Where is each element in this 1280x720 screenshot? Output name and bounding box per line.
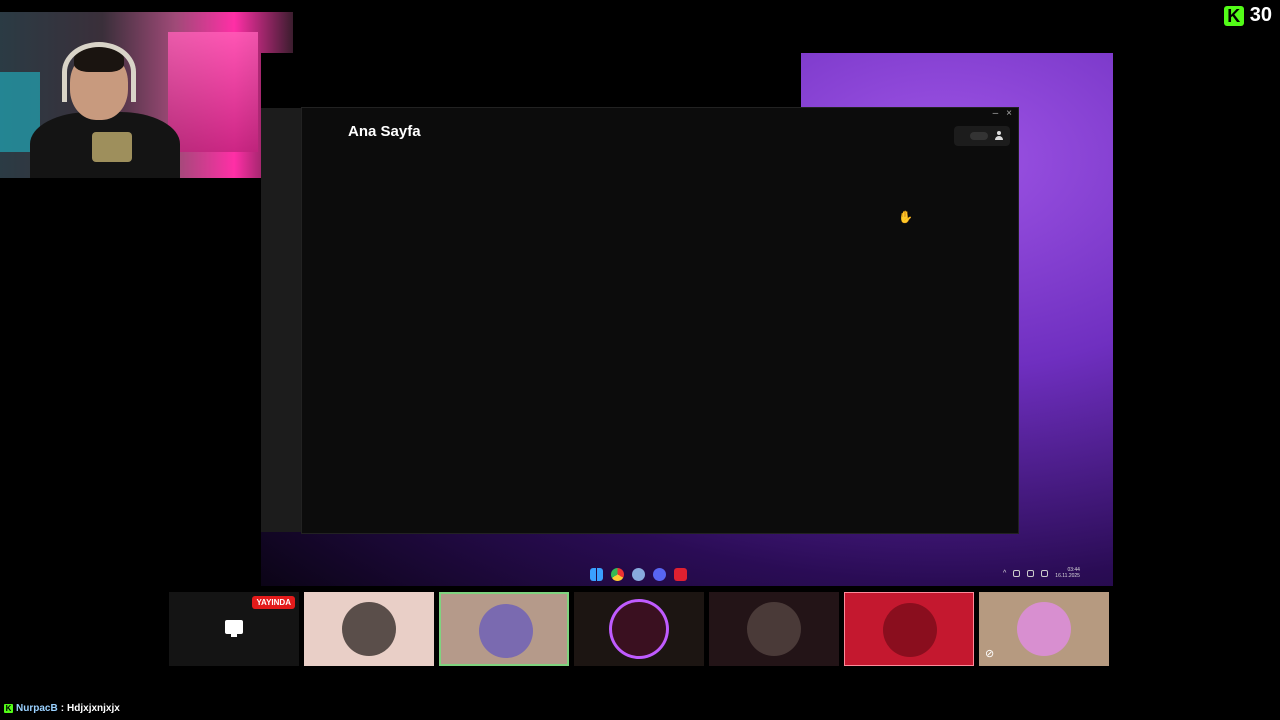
window-controls: – ×: [993, 108, 1012, 119]
avatar: [747, 602, 801, 656]
windows-start-icon[interactable]: [590, 568, 603, 581]
screen-share-tile[interactable]: YAYINDA: [169, 592, 299, 666]
avatar: [612, 602, 666, 656]
screen-share-icon: [225, 620, 243, 637]
participant-tile-speaking[interactable]: [439, 592, 569, 666]
kick-logo-icon: K: [1223, 5, 1244, 26]
page-title: Ana Sayfa: [348, 123, 421, 140]
chat-separator: :: [60, 703, 65, 714]
participant-tile-muted[interactable]: ⊘: [979, 592, 1109, 666]
kick-badge-icon: K: [4, 704, 13, 713]
participant-tile[interactable]: [574, 592, 704, 666]
app-window: – × Ana Sayfa ✋: [301, 107, 1019, 534]
avatar: [883, 603, 937, 657]
steam-icon[interactable]: [632, 568, 645, 581]
muted-mic-icon: ⊘: [985, 648, 995, 660]
minimize-button[interactable]: –: [993, 108, 999, 119]
participant-tile[interactable]: [709, 592, 839, 666]
account-controls[interactable]: [954, 126, 1010, 146]
streamer-webcam: [0, 12, 293, 178]
chat-username[interactable]: NurpacB: [16, 703, 58, 714]
avatar: [1017, 602, 1071, 656]
mic-icon[interactable]: [1013, 569, 1021, 577]
hand-cursor-icon: ✋: [898, 210, 913, 224]
app-sidebar: [261, 108, 301, 532]
system-tray: ^ 03:44 16.11.2025: [1003, 567, 1080, 579]
viewer-count: K 30: [1223, 4, 1272, 27]
close-button[interactable]: ×: [1006, 108, 1012, 119]
participant-strip: YAYINDA ⊘: [169, 592, 1109, 666]
participant-tile[interactable]: [304, 592, 434, 666]
chrome-icon[interactable]: [611, 568, 624, 581]
avatar: [479, 604, 533, 658]
chevron-up-icon[interactable]: ^: [1003, 570, 1006, 577]
clock[interactable]: 03:44 16.11.2025: [1055, 567, 1080, 579]
live-badge: YAYINDA: [252, 596, 295, 609]
viewer-count-value: 30: [1249, 4, 1272, 26]
record-icon[interactable]: [674, 568, 687, 581]
chat-text: Hdjxjxnjxjx: [67, 703, 120, 714]
chat-message: K NurpacB : Hdjxjxnjxjx: [4, 703, 120, 714]
headset-icon: [62, 42, 136, 102]
discord-icon[interactable]: [653, 568, 666, 581]
toggle-switch[interactable]: [970, 132, 988, 140]
network-icon[interactable]: [1027, 569, 1035, 577]
avatar: [342, 602, 396, 656]
volume-icon[interactable]: [1041, 569, 1049, 577]
user-icon[interactable]: [994, 131, 1004, 141]
taskbar: [590, 568, 687, 581]
participant-tile[interactable]: [844, 592, 974, 666]
